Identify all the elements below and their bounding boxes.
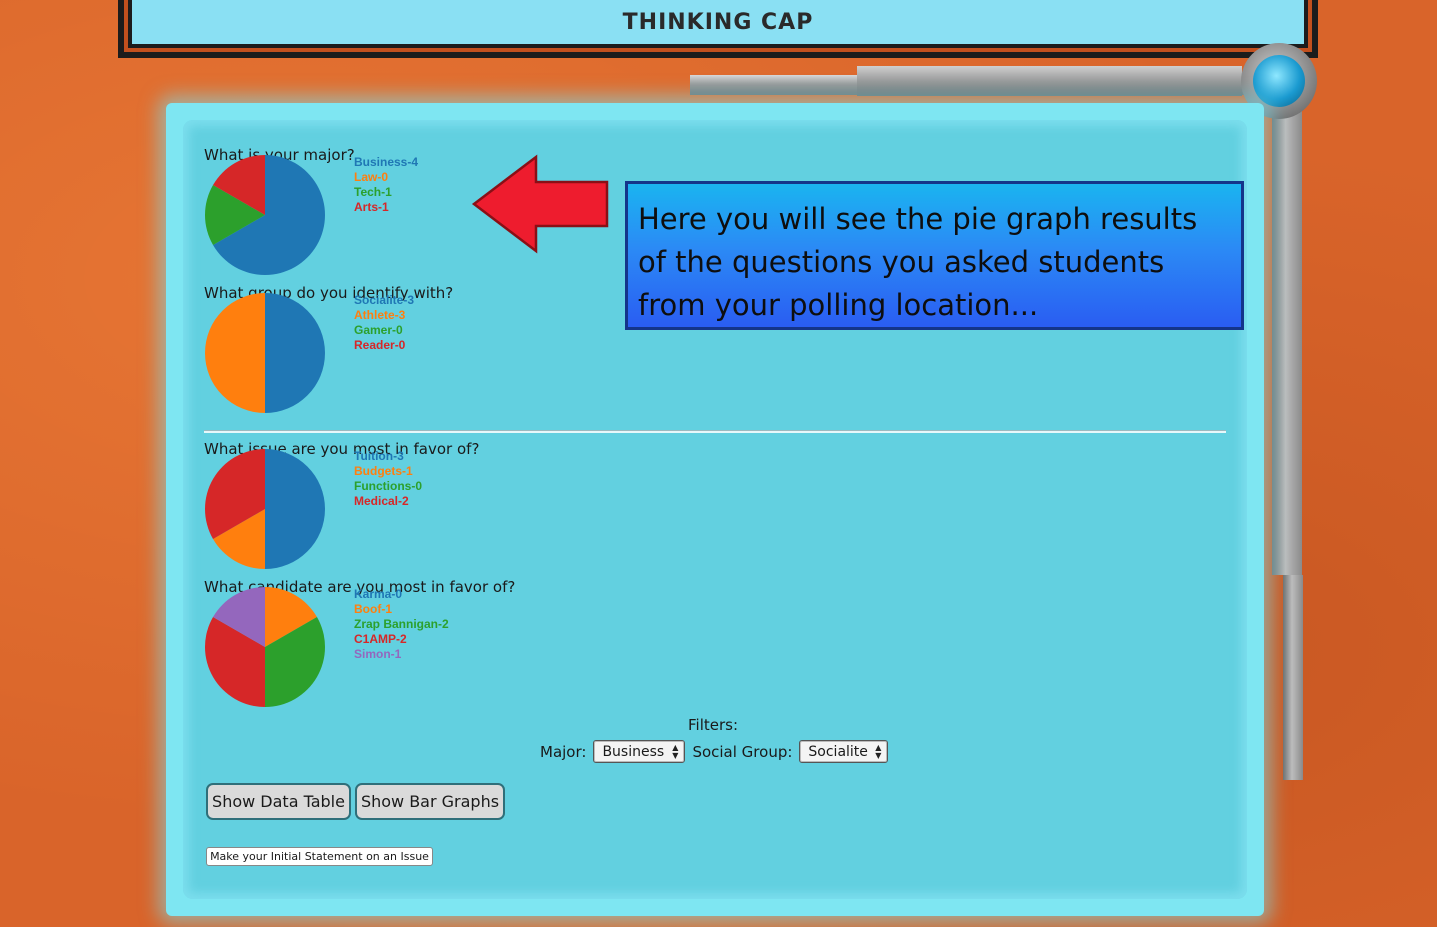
- legend-item: Reader-0: [354, 338, 406, 352]
- legend-item: Gamer-0: [354, 323, 403, 337]
- section-divider: [204, 431, 1226, 433]
- pie-slice-socialite: [265, 293, 325, 413]
- question-block-group: What group do you identify with? Sociali…: [204, 284, 453, 413]
- pie-chart-group: [205, 293, 325, 413]
- pie-chart-issue: [205, 449, 325, 569]
- legend-item: Budgets-1: [354, 464, 413, 478]
- question-block-issue: What issue are you most in favor of? Tui…: [204, 440, 479, 569]
- pipe-decoration: [1283, 575, 1303, 780]
- legend-item: Medical-2: [354, 494, 409, 508]
- pie-chart-major: [205, 155, 325, 275]
- legend-item: Athlete-3: [354, 308, 406, 322]
- question-block-candidate: What candidate are you most in favor of?…: [204, 578, 515, 707]
- social-group-select[interactable]: Socialite ▲ ▼: [799, 740, 889, 763]
- show-data-table-button[interactable]: Show Data Table: [206, 783, 351, 820]
- red-arrow-icon: [471, 154, 609, 254]
- header-frame: THINKING CAP: [118, 0, 1318, 58]
- pie-legend: Karma-0 Boof-1 Zrap Bannigan-2 C1AMP-2 S…: [354, 587, 449, 662]
- pie-chart-candidate: [205, 587, 325, 707]
- pie-slice-tuition: [265, 449, 325, 569]
- legend-item: Business-4: [354, 155, 419, 169]
- major-filter-label: Major:: [540, 742, 587, 761]
- pipe-decoration: [1272, 95, 1302, 575]
- social-filter-label: Social Group:: [692, 742, 793, 761]
- pie-slice-athlete: [205, 293, 265, 413]
- legend-item: Arts-1: [354, 200, 389, 214]
- legend-item: Socialite-3: [354, 293, 415, 307]
- header-bar: THINKING CAP: [132, 0, 1304, 44]
- filters-label: Filters:: [688, 716, 739, 734]
- pie-legend: Tuition-3 Budgets-1 Functions-0 Medical-…: [354, 449, 422, 509]
- select-arrows-icon: ▲ ▼: [875, 743, 882, 760]
- initial-statement-button[interactable]: Make your Initial Statement on an Issue: [206, 847, 433, 866]
- legend-item: Zrap Bannigan-2: [354, 617, 449, 631]
- legend-item: Tech-1: [354, 185, 392, 199]
- select-arrows-icon: ▲ ▼: [672, 743, 679, 760]
- legend-item: C1AMP-2: [354, 632, 407, 646]
- legend-item: Simon-1: [354, 647, 402, 661]
- legend-item: Boof-1: [354, 602, 392, 616]
- major-select[interactable]: Business ▲ ▼: [593, 740, 686, 763]
- question-block-major: What is your major? Business-4 Law-0 Tec…: [204, 146, 418, 275]
- callout-text: Here you will see the pie graph results …: [638, 202, 1198, 322]
- legend-item: Functions-0: [354, 479, 422, 493]
- filters-row: Major: Business ▲ ▼ Social Group: Sociali…: [540, 740, 889, 763]
- app-title: THINKING CAP: [622, 9, 814, 35]
- show-bar-graphs-button[interactable]: Show Bar Graphs: [355, 783, 505, 820]
- legend-item: Karma-0: [354, 587, 403, 601]
- social-select-value: Socialite: [808, 743, 868, 760]
- pie-legend: Socialite-3 Athlete-3 Gamer-0 Reader-0: [354, 293, 414, 353]
- major-select-value: Business: [602, 743, 665, 760]
- legend-item: Law-0: [354, 170, 389, 184]
- tutorial-callout: Here you will see the pie graph results …: [625, 181, 1244, 330]
- pipe-decoration: [857, 66, 1242, 96]
- pie-legend: Business-4 Law-0 Tech-1 Arts-1: [354, 155, 418, 215]
- legend-item: Tuition-3: [354, 449, 404, 463]
